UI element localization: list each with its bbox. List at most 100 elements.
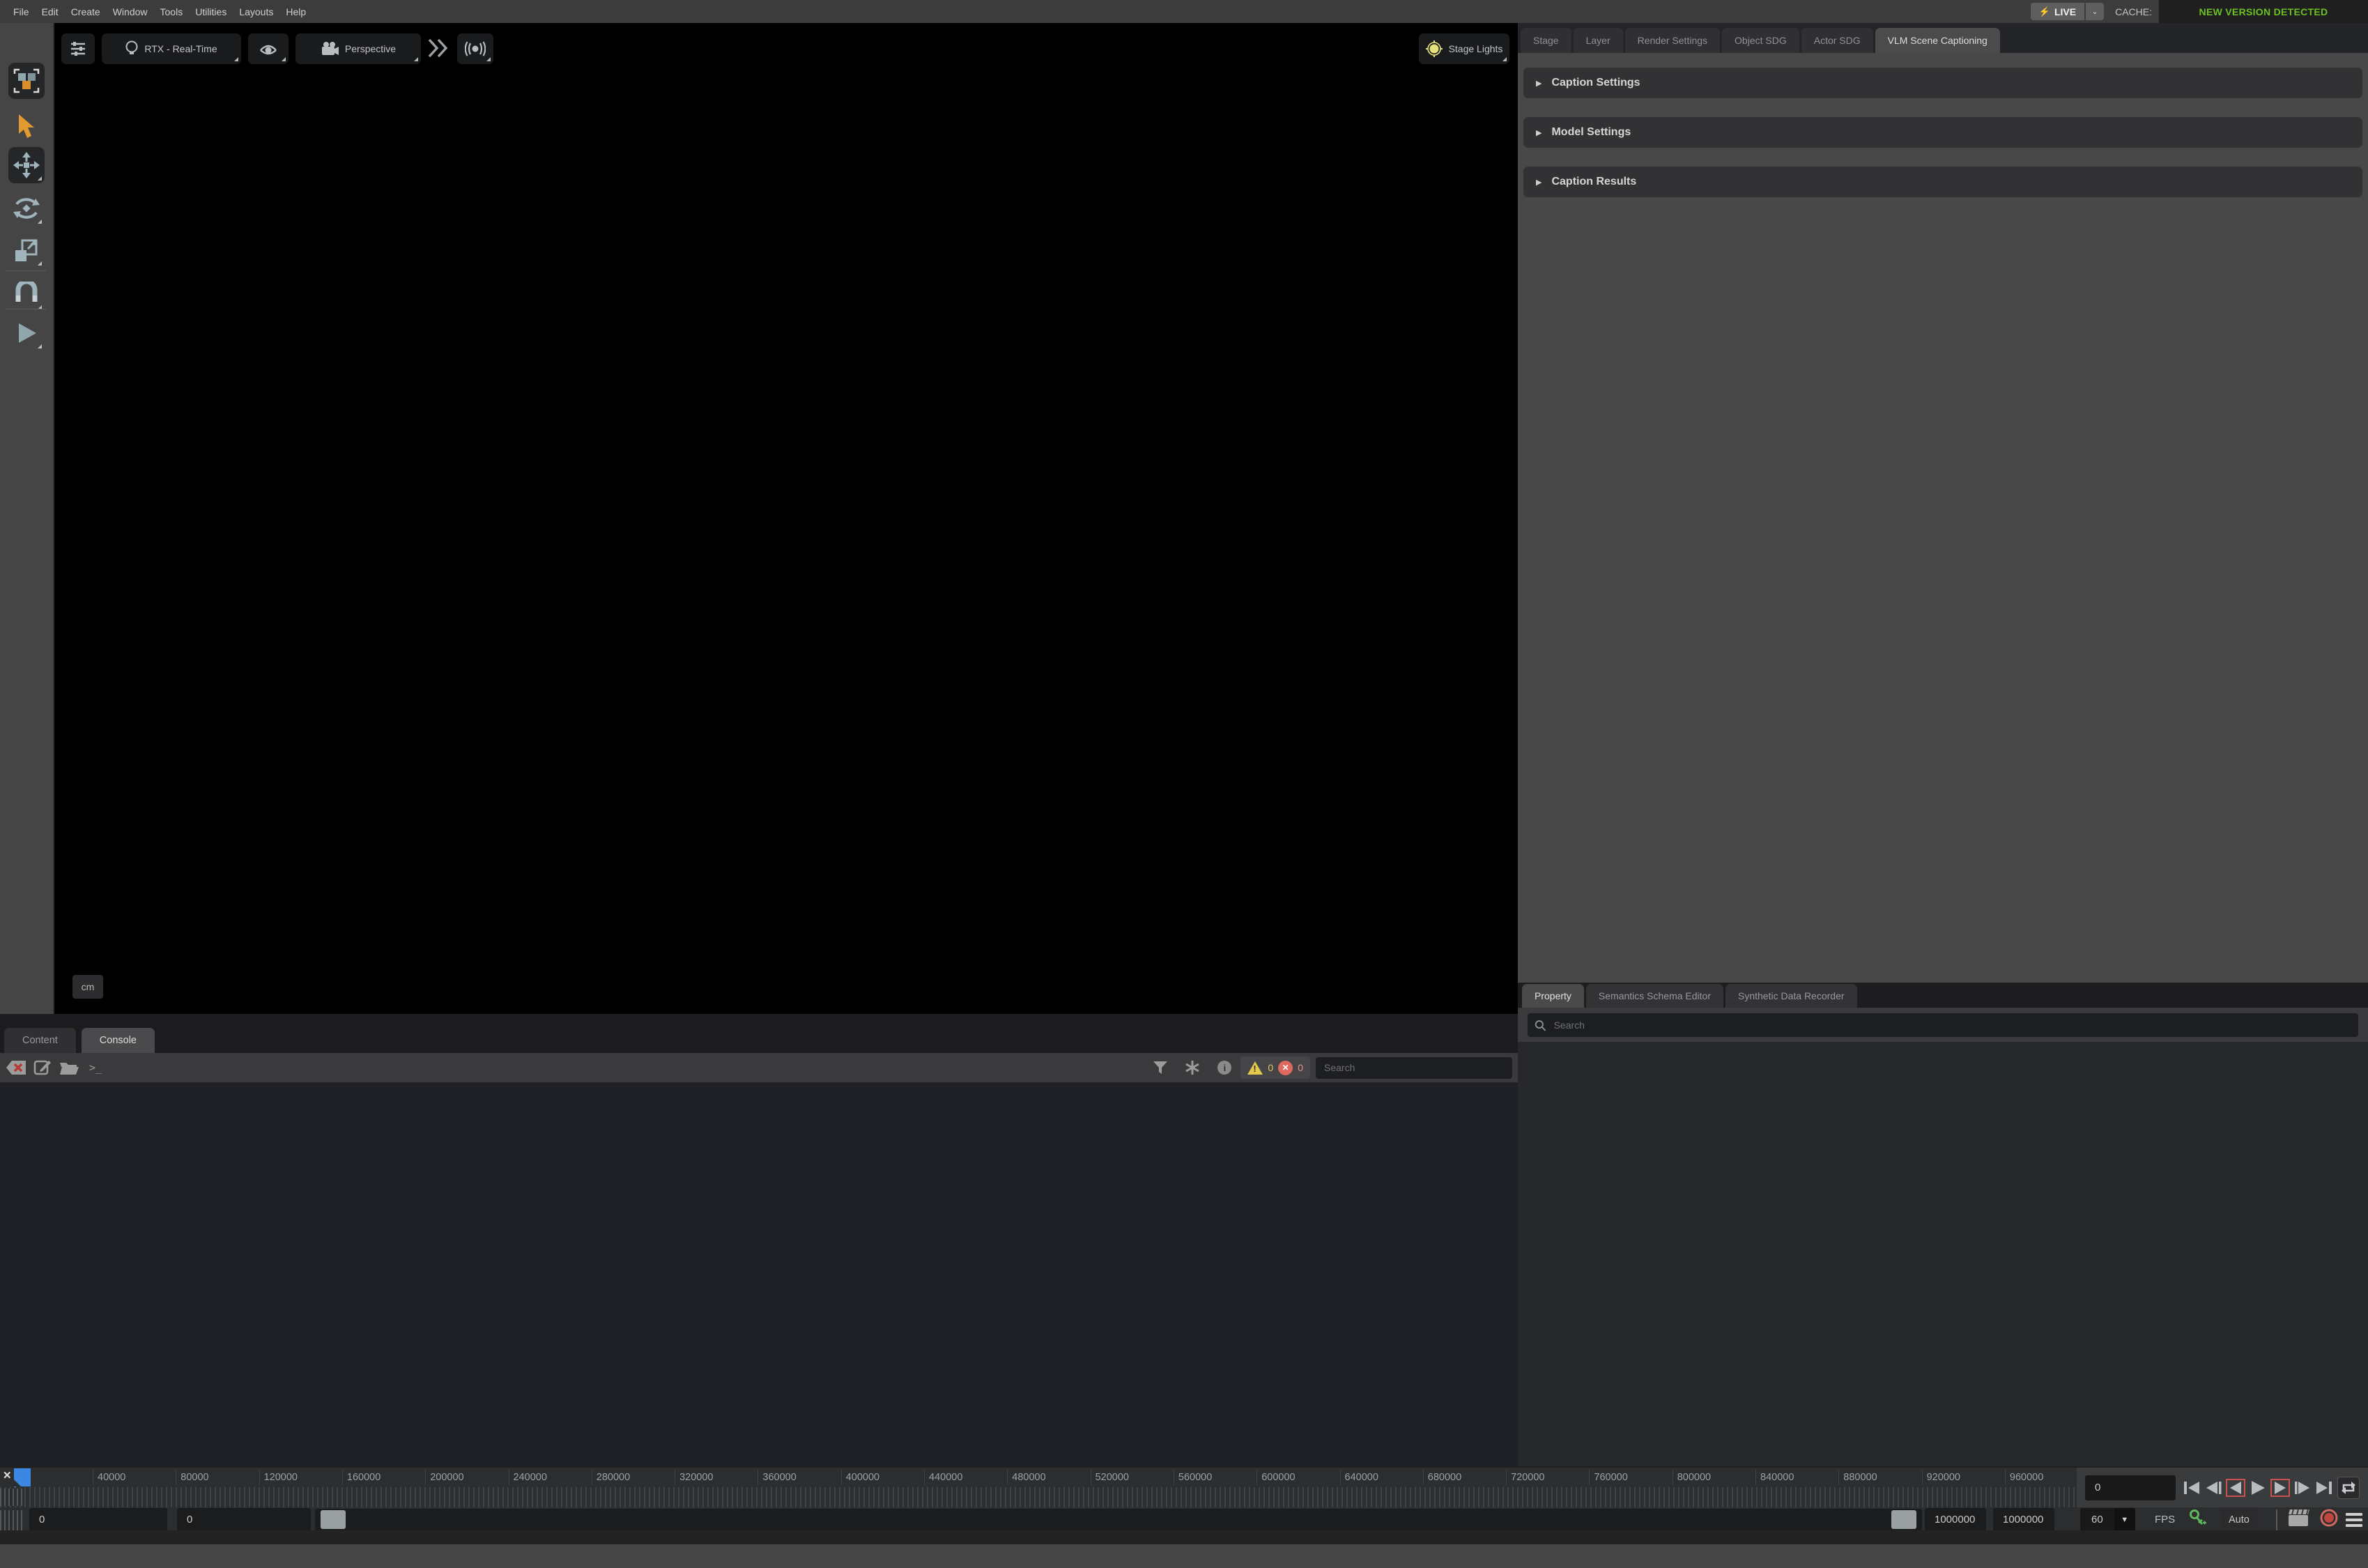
selection-mode-button[interactable] (8, 63, 45, 99)
scrollbar-left-handle[interactable] (321, 1510, 346, 1529)
stage-lights-button[interactable]: Stage Lights (1419, 33, 1509, 64)
tab-content[interactable]: Content (4, 1028, 76, 1053)
loop-start-field[interactable] (177, 1508, 311, 1531)
play-button[interactable] (8, 315, 45, 351)
menu-item-help[interactable]: Help (279, 1, 312, 23)
section-caption-results[interactable]: ▶Caption Results (1523, 167, 2362, 197)
timeline-ruler-label: 760000 (1589, 1470, 1627, 1485)
renderer-button[interactable]: RTX - Real-Time (102, 33, 241, 64)
auto-key-button[interactable] (2188, 1509, 2206, 1530)
timeline-grip[interactable] (0, 1489, 24, 1506)
step-forward-button[interactable] (2291, 1476, 2314, 1500)
tab-property[interactable]: Property (1522, 984, 1584, 1008)
fps-dropdown[interactable]: 60 ▼ (2080, 1508, 2135, 1531)
tab-stage[interactable]: Stage (1521, 28, 1571, 53)
scrollbar-right-handle[interactable] (1891, 1510, 1916, 1529)
camera-button[interactable]: Perspective (295, 33, 421, 64)
timeline-ruler-label: 720000 (1506, 1470, 1544, 1485)
play-reverse-button[interactable] (2224, 1476, 2247, 1500)
timeline-grip[interactable] (0, 1510, 24, 1532)
auto-label: Auto (2229, 1514, 2250, 1525)
timeline-playhead[interactable] (14, 1468, 31, 1486)
timeline: ✕ 40000800001200001600002000002400002800… (0, 1466, 2368, 1532)
section-model-settings[interactable]: ▶Model Settings (1523, 117, 2362, 148)
loop-end-field[interactable] (1993, 1508, 2054, 1531)
tab-render-settings[interactable]: Render Settings (1625, 28, 1720, 53)
units-badge: cm (72, 975, 103, 999)
tab-synthetic-data-recorder[interactable]: Synthetic Data Recorder (1725, 984, 1857, 1008)
sensor-button[interactable] (457, 33, 493, 64)
visibility-button[interactable] (248, 33, 289, 64)
live-button[interactable]: ⚡ LIVE (2031, 3, 2084, 20)
timeline-menu-button[interactable] (2346, 1513, 2362, 1527)
console-search-input[interactable] (1323, 1061, 1505, 1074)
timeline-ruler-label: 80000 (176, 1470, 208, 1485)
warning-toggle-button[interactable] (1247, 1061, 1263, 1075)
camera-label: Perspective (345, 43, 396, 54)
menu-item-file[interactable]: File (7, 1, 36, 23)
terminal-prompt-button[interactable]: >_ (85, 1057, 106, 1078)
start-frame-field[interactable] (29, 1508, 167, 1531)
viewport-settings-button[interactable] (61, 33, 95, 64)
tab-vlm-scene-captioning[interactable]: VLM Scene Captioning (1875, 28, 2000, 53)
menu-item-utilities[interactable]: Utilities (189, 1, 233, 23)
current-frame-field[interactable]: 0 (2085, 1475, 2176, 1500)
rotate-tool-button[interactable] (8, 190, 45, 226)
edit-log-button[interactable] (32, 1057, 53, 1078)
verbose-toggle-button[interactable] (1182, 1057, 1203, 1078)
close-icon[interactable]: ✕ (3, 1469, 12, 1482)
record-button[interactable] (2319, 1508, 2339, 1531)
clear-console-button[interactable] (6, 1057, 26, 1078)
play-forward-boxed-button[interactable] (2269, 1476, 2291, 1500)
capture-button[interactable] (2289, 1508, 2311, 1531)
tab-object-sdg[interactable]: Object SDG (1722, 28, 1799, 53)
tab-console[interactable]: Console (82, 1028, 155, 1053)
live-dropdown-button[interactable]: ⌄ (2086, 3, 2104, 20)
filter-button[interactable] (1150, 1057, 1171, 1078)
loop-toggle-button[interactable] (2337, 1477, 2360, 1499)
chevron-down-icon[interactable]: ▼ (2114, 1508, 2135, 1531)
tab-layer[interactable]: Layer (1574, 28, 1623, 53)
timeline-zoom-scrollbar[interactable] (315, 1509, 1922, 1530)
loop-start-input[interactable] (187, 1514, 311, 1525)
step-back-button[interactable] (2202, 1476, 2224, 1500)
error-toggle-button[interactable]: ✕ (1278, 1061, 1293, 1075)
live-label: LIVE (2054, 6, 2076, 17)
auto-mode-button[interactable]: Auto (2220, 1509, 2258, 1530)
snap-tool-button[interactable] (8, 276, 45, 312)
skip-to-start-button[interactable] (2180, 1476, 2202, 1500)
loop-end-input[interactable] (2003, 1514, 2054, 1525)
collapse-arrow-icon: ▶ (1536, 178, 1541, 187)
info-toggle-button[interactable]: i (1214, 1057, 1235, 1078)
current-frame-value: 0 (2095, 1482, 2100, 1493)
scale-tool-button[interactable] (8, 232, 45, 268)
section-caption-settings[interactable]: ▶Caption Settings (1523, 68, 2362, 98)
console-content[interactable] (0, 1082, 1518, 1466)
start-frame-input[interactable] (39, 1514, 167, 1525)
select-tool-button[interactable] (8, 108, 45, 144)
timeline-ruler-label: 920000 (1922, 1470, 1960, 1485)
property-search-field[interactable] (1528, 1013, 2358, 1037)
open-log-folder-button[interactable] (59, 1057, 79, 1078)
viewport[interactable]: RTX - Real-Time Perspective (54, 23, 1518, 1014)
property-search-input[interactable] (1553, 1019, 2351, 1031)
move-tool-button[interactable] (8, 147, 45, 183)
menu-item-edit[interactable]: Edit (36, 1, 65, 23)
console-search-field[interactable] (1316, 1057, 1512, 1079)
play-button[interactable] (2247, 1476, 2269, 1500)
end-frame-input[interactable] (1935, 1514, 1986, 1525)
menu-item-window[interactable]: Window (107, 1, 154, 23)
end-frame-field[interactable] (1925, 1508, 1986, 1531)
menu-item-layouts[interactable]: Layouts (233, 1, 279, 23)
tab-actor-sdg[interactable]: Actor SDG (1801, 28, 1873, 53)
toolbar-overflow-chevrons[interactable] (426, 38, 450, 61)
menu-item-create[interactable]: Create (65, 1, 107, 23)
play-reverse-icon (2226, 1479, 2245, 1497)
skip-to-end-button[interactable] (2314, 1476, 2336, 1500)
selection-mode-icon (13, 67, 40, 95)
timeline-ruler-label: 360000 (758, 1470, 796, 1485)
menu-item-tools[interactable]: Tools (154, 1, 190, 23)
timeline-ruler[interactable]: ✕ 40000800001200001600002000002400002800… (0, 1468, 2077, 1487)
tab-semantics-schema-editor[interactable]: Semantics Schema Editor (1586, 984, 1723, 1008)
timeline-minor-ticks[interactable] (0, 1487, 2077, 1507)
